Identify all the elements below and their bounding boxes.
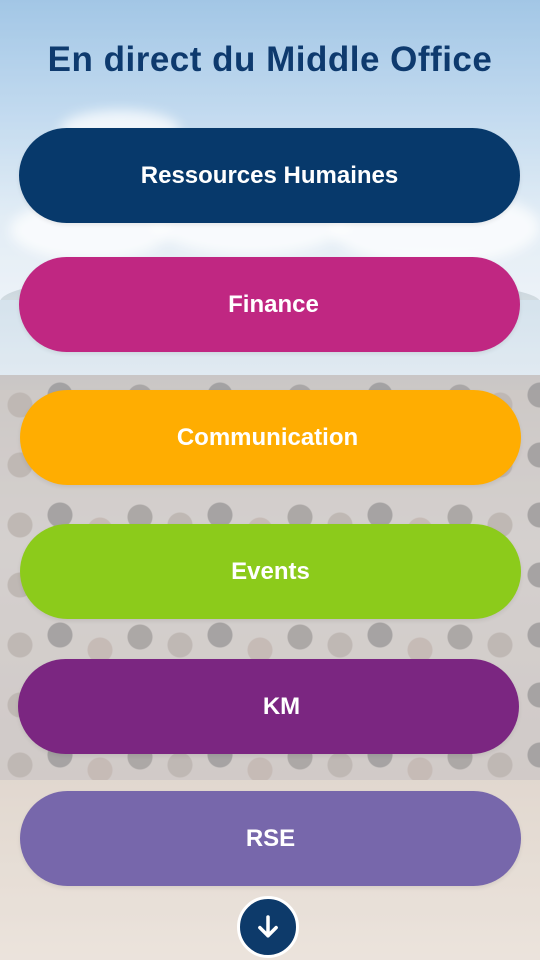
menu-button-rse[interactable]: RSE bbox=[20, 791, 521, 886]
menu-button-communication[interactable]: Communication bbox=[20, 390, 521, 485]
menu-button-label: KM bbox=[262, 692, 301, 720]
menu-button-label: Events bbox=[231, 557, 310, 585]
menu-button-ressources-humaines[interactable]: Ressources Humaines bbox=[19, 128, 520, 223]
menu-button-km[interactable]: KM bbox=[18, 659, 519, 754]
page-title: En direct du Middle Office bbox=[47, 40, 493, 79]
menu-button-label: Finance bbox=[228, 290, 319, 318]
menu-button-label: Ressources Humaines bbox=[140, 161, 399, 189]
menu-button-finance[interactable]: Finance bbox=[19, 257, 520, 352]
scroll-down-button[interactable] bbox=[237, 896, 299, 958]
arrow-down-icon bbox=[258, 915, 278, 938]
menu-button-label: RSE bbox=[245, 824, 296, 852]
screen: En direct du Middle Office Ressources Hu… bbox=[0, 0, 540, 960]
menu-button-events[interactable]: Events bbox=[20, 524, 521, 619]
menu-button-label: Communication bbox=[176, 423, 359, 451]
